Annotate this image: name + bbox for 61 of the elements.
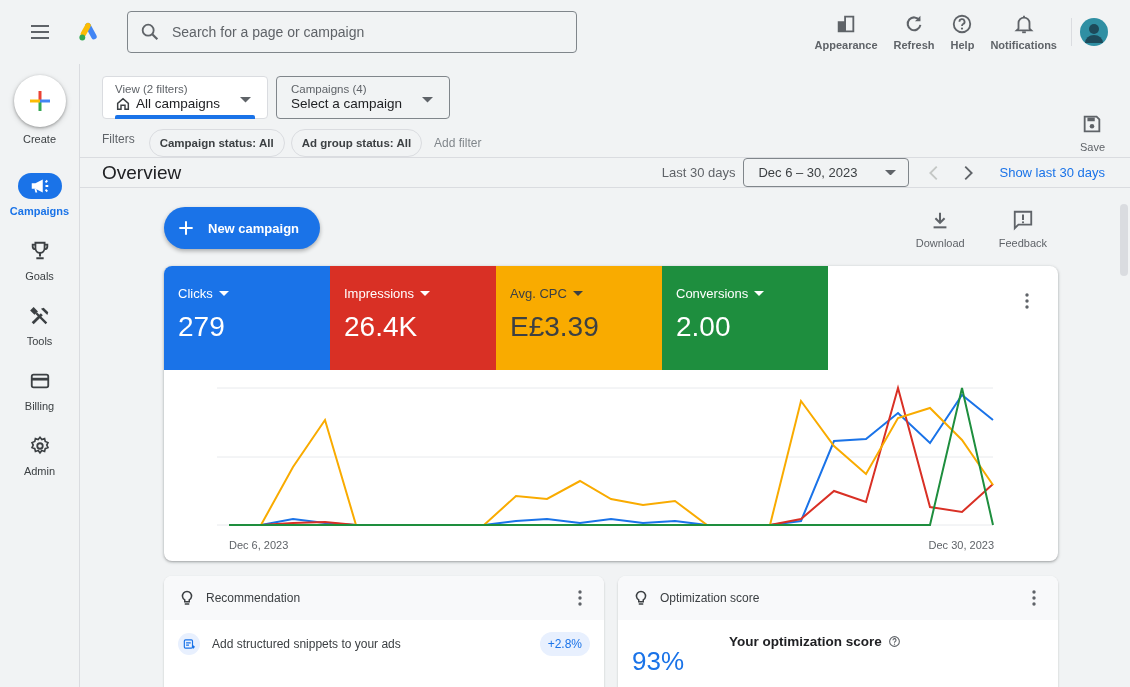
more-options-icon (1025, 293, 1029, 309)
help-icon (887, 635, 901, 648)
plus-icon (176, 218, 196, 238)
save-button[interactable]: Save (1079, 113, 1105, 153)
toolbar-button[interactable]: Appearance (806, 13, 886, 51)
metric-tile[interactable]: Conversions 2.00 (662, 266, 828, 370)
recommendation-text: Add structured snippets to your ads (212, 637, 401, 651)
metric-tile[interactable]: Avg. CPC E£3.39 (496, 266, 662, 370)
new-campaign-button[interactable]: New campaign (164, 207, 321, 249)
more-options-icon (578, 590, 582, 606)
axis-label: Dec 6, 2023 (229, 539, 289, 551)
nav-item[interactable]: Tools (0, 303, 80, 368)
download-button[interactable]: Download (915, 209, 965, 249)
date-range-dropdown[interactable]: Dec 6 – 30, 2023 (743, 158, 910, 187)
plus-icon (27, 89, 52, 113)
nav-item[interactable]: Campaigns (0, 173, 80, 238)
metric-tile[interactable]: Clicks 279 (164, 266, 330, 370)
nav-item[interactable]: Goals (0, 238, 80, 303)
nav-item[interactable]: Billing (0, 368, 80, 433)
score-badge: +2.8% (539, 632, 590, 656)
score-heading: Your optimization score (729, 634, 882, 649)
more-options-icon (1032, 590, 1036, 606)
dropdown[interactable]: Campaigns (4) Select a campaign (276, 76, 451, 119)
create-label: Create (23, 133, 56, 145)
tools-icon (28, 305, 51, 327)
page-title: Overview (102, 161, 182, 184)
dropdown[interactable]: View (2 filters) All campaigns (102, 76, 269, 119)
metric-tile[interactable]: Impressions 26.4K (330, 266, 496, 370)
dropdown-caret-icon (218, 291, 229, 296)
logo-icon (77, 21, 99, 43)
home-icon (115, 95, 131, 112)
filter-chip[interactable]: Ad group status: All (290, 129, 423, 157)
settings-icon (28, 435, 51, 457)
card-title: Optimization score (660, 591, 760, 605)
card-title: Recommendation (206, 591, 301, 605)
score-value: 93% (632, 646, 685, 677)
avatar[interactable] (1080, 18, 1108, 46)
date-range-label: Last 30 days (661, 165, 736, 180)
bell-icon (1012, 13, 1035, 35)
toolbar-button[interactable]: Notifications (982, 13, 1065, 51)
create-button[interactable] (13, 75, 66, 127)
more-options-button[interactable] (1030, 588, 1038, 608)
dropdown-caret-icon (422, 97, 434, 103)
help-icon (951, 13, 974, 35)
dropdown-caret-icon (885, 169, 897, 176)
more-options-button[interactable] (576, 588, 584, 608)
dropdown-caret-icon (420, 291, 431, 296)
feedback-button[interactable]: Feedback (998, 209, 1047, 249)
filters-label: Filters (102, 132, 135, 146)
dropdown-caret-icon (754, 291, 765, 296)
toolbar-button[interactable]: Help (942, 13, 983, 51)
toolbar-button[interactable]: Refresh (885, 13, 943, 51)
axis-label: Dec 30, 2023 (928, 539, 994, 551)
search-field[interactable]: Search for a page or campaign (127, 11, 577, 53)
dropdown-caret-icon (240, 97, 252, 103)
nav-item[interactable]: Admin (0, 433, 80, 498)
feedback-icon (1011, 209, 1034, 231)
filter-chip[interactable]: Campaign status: All (148, 129, 285, 157)
add-filter-button[interactable]: Add filter (428, 135, 488, 151)
dropdown-caret-icon (572, 291, 583, 296)
show-last-30-days-link[interactable]: Show last 30 days (999, 165, 1105, 180)
